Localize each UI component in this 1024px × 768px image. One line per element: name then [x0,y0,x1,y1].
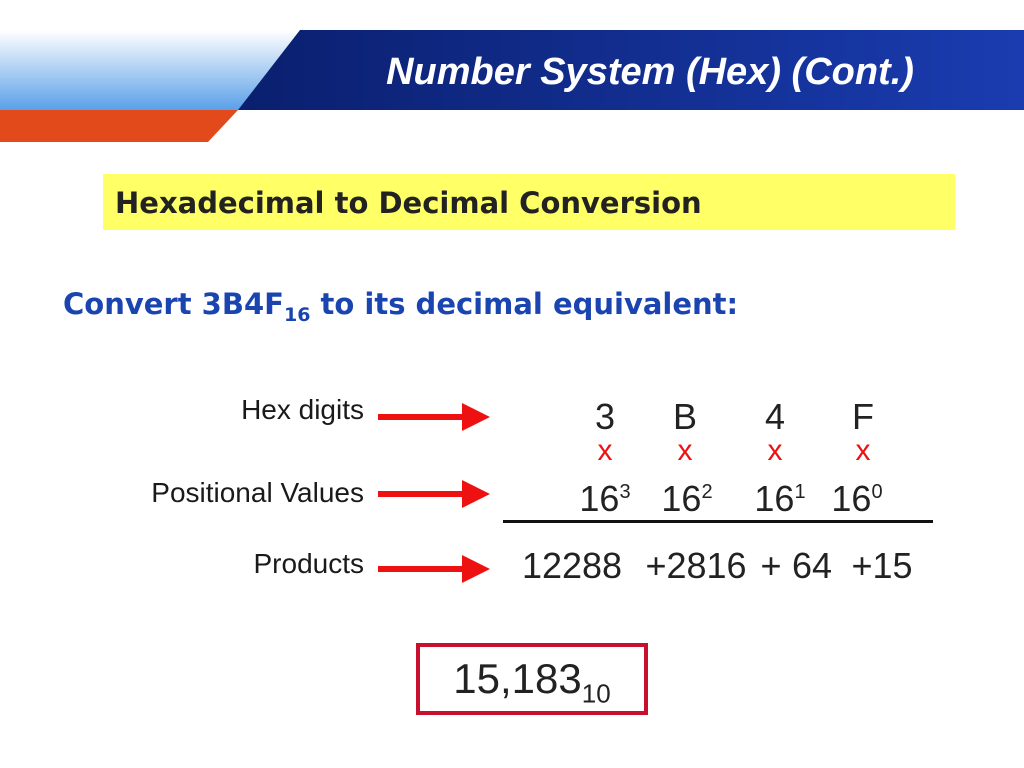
prompt-base-subscript: 16 [283,303,311,326]
arrow-right-icon [378,555,490,583]
prompt-text-start: Convert 3B4F [63,287,284,321]
subtitle-highlight-box: Hexadecimal to Decimal Conversion [103,174,955,230]
product-value: +2816 [645,545,747,586]
hex-digit: F [852,396,874,437]
slide-title: Number System (Hex) (Cont.) [386,51,914,93]
multiply-sign: x [677,434,693,467]
product-value: +15 [851,545,913,586]
arrow-right-icon [378,480,490,508]
prompt-text-end: to its decimal equivalent: [310,287,739,321]
products-label: Products [253,548,365,579]
arrow-right-icon [378,403,490,431]
hex-digit: B [672,396,697,437]
positional-value: 162 [661,478,713,519]
hex-digit: 3 [594,396,616,437]
multiply-sign: x [855,434,871,467]
product-value: 12288 [521,545,623,586]
multiply-sign: x [767,434,783,467]
positional-value: 160 [831,478,883,519]
sum-rule-line [503,520,933,523]
multiply-sign: x [597,434,613,467]
positional-value: 163 [579,478,631,519]
conversion-prompt: Convert 3B4F16 to its decimal equivalent… [63,287,738,326]
positional-values-label: Positional Values [151,477,364,508]
subtitle-text: Hexadecimal to Decimal Conversion [115,186,702,220]
result-box: 15,18310 [416,643,648,715]
product-value: 64 [791,545,833,586]
hex-digit: 4 [764,396,786,437]
hex-digits-label: Hex digits [241,394,364,425]
decimal-result: 15,18310 [453,655,611,709]
